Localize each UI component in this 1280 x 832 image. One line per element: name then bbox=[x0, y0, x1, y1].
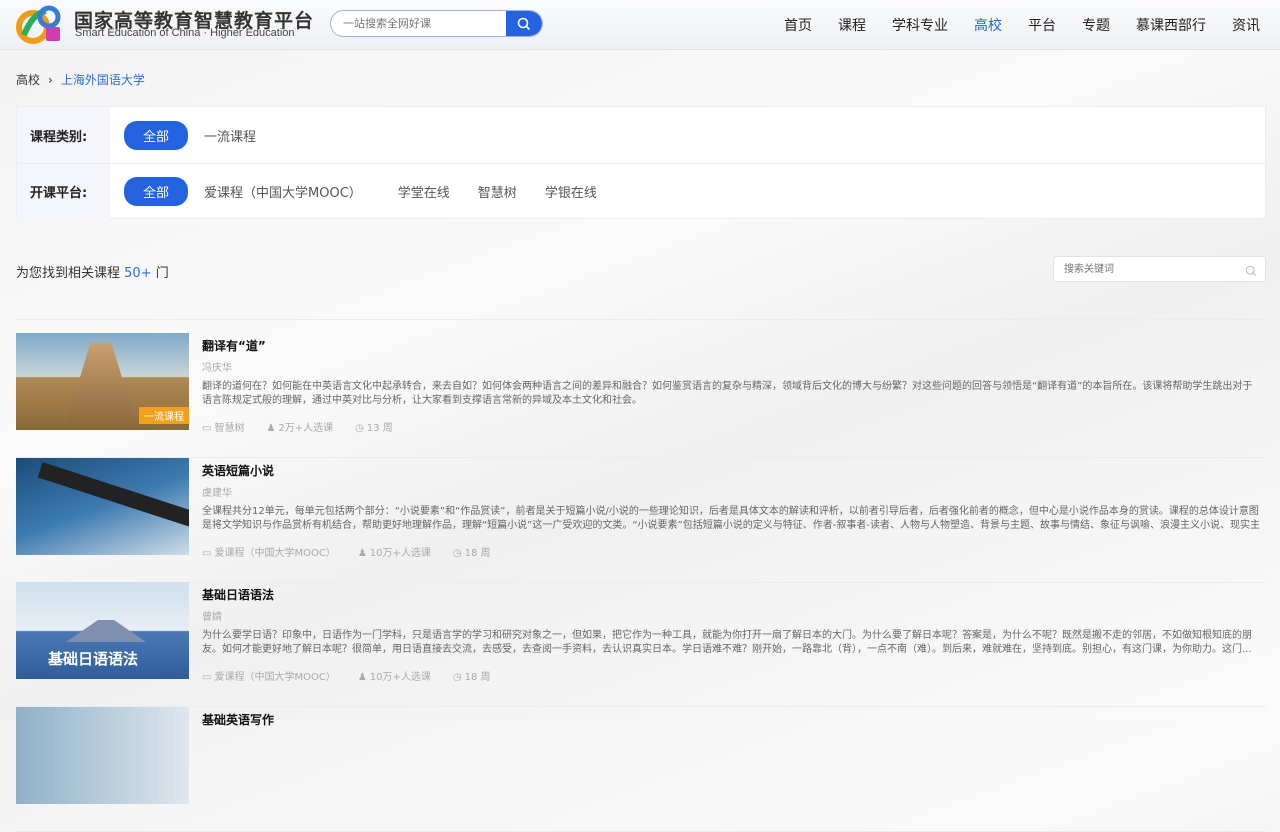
course-students: ♟ 10万+人选课 bbox=[357, 672, 431, 683]
monitor-icon: ▭ bbox=[202, 548, 212, 559]
platform-option-zhihuishu[interactable]: 智慧树 bbox=[478, 177, 517, 206]
course-item[interactable]: 一流课程 翻译有“道” 冯庆华 翻译的道何在？如何能在中英语言文化中起承转合，来… bbox=[16, 333, 1266, 458]
nav-platforms[interactable]: 平台 bbox=[1028, 15, 1056, 35]
divider bbox=[16, 319, 1266, 320]
monitor-icon: ▭ bbox=[202, 423, 212, 434]
clock-icon: ◷ bbox=[452, 548, 462, 559]
person-icon: ♟ bbox=[266, 423, 276, 434]
thumbnail-title: 基础日语语法 bbox=[48, 650, 139, 668]
breadcrumb-current: 上海外国语大学 bbox=[60, 73, 145, 87]
chevron-right-icon: › bbox=[48, 72, 53, 87]
course-title[interactable]: 英语短篇小说 bbox=[202, 462, 1262, 479]
course-item[interactable]: 英语短篇小说 虞建华 全课程共分12单元，每单元包括两个部分：“小说要素”和“作… bbox=[16, 458, 1266, 583]
course-weeks: ◷ 13 周 bbox=[355, 423, 393, 434]
course-description: 翻译的道何在？如何能在中英语言文化中起承转合，来去自如？如何体会两种语言之间的差… bbox=[202, 381, 1253, 406]
course-students: ♟ 2万+人选课 bbox=[266, 423, 334, 434]
filter-panel: 课程类别: 全部 一流课程 开课平台: 全部 爱课程（中国大学MOOC） 学堂在… bbox=[16, 106, 1266, 219]
platform-option-icourse[interactable]: 爱课程（中国大学MOOC） bbox=[204, 177, 362, 206]
person-icon: ♟ bbox=[357, 672, 367, 683]
header: 国家高等教育智慧教育平台 Smart Education of China · … bbox=[0, 0, 1280, 50]
course-thumbnail[interactable]: 基础日语语法 bbox=[16, 582, 189, 679]
platform-option-xueyin[interactable]: 学银在线 bbox=[545, 177, 597, 206]
logo-icon[interactable] bbox=[16, 5, 62, 45]
nav-news[interactable]: 资讯 bbox=[1232, 15, 1260, 35]
result-prefix: 为您找到相关课程 bbox=[16, 266, 121, 281]
monitor-icon: ▭ bbox=[202, 672, 212, 683]
result-suffix: 门 bbox=[155, 266, 169, 281]
nav-universities[interactable]: 高校 bbox=[974, 15, 1002, 35]
platform-filter-row: 开课平台: 全部 爱课程（中国大学MOOC） 学堂在线 智慧树 学银在线 bbox=[17, 163, 1265, 219]
course-thumbnail[interactable] bbox=[16, 707, 189, 804]
keyword-search-input[interactable] bbox=[1054, 257, 1234, 282]
nav-west[interactable]: 慕课西部行 bbox=[1136, 15, 1206, 35]
course-platform: ▭ 智慧树 bbox=[202, 423, 245, 434]
course-teacher: 虞建华 bbox=[202, 488, 232, 499]
course-students: ♟ 10万+人选课 bbox=[357, 548, 431, 559]
course-weeks: ◷ 18 周 bbox=[452, 548, 491, 559]
clock-icon: ◷ bbox=[452, 672, 462, 683]
nav-majors[interactable]: 学科专业 bbox=[892, 15, 948, 35]
category-label: 课程类别: bbox=[17, 107, 110, 163]
course-description: 为什么要学日语？印象中，日语作为一门学科，只是语言学的学习和研究对象之一，但如果… bbox=[202, 630, 1252, 655]
course-platform: ▭ 爱课程（中国大学MOOC） bbox=[202, 672, 336, 683]
nav-topics[interactable]: 专题 bbox=[1082, 15, 1110, 35]
course-weeks: ◷ 18 周 bbox=[452, 672, 491, 683]
breadcrumb: 高校 › 上海外国语大学 bbox=[16, 71, 145, 88]
global-search bbox=[330, 10, 543, 37]
search-icon bbox=[517, 17, 531, 30]
result-count: 为您找到相关课程 50+ 门 bbox=[16, 262, 169, 281]
platform-label: 开课平台: bbox=[17, 164, 110, 219]
result-number: 50+ bbox=[124, 266, 152, 281]
course-thumbnail[interactable]: 一流课程 bbox=[16, 333, 189, 430]
first-class-badge: 一流课程 bbox=[139, 407, 189, 424]
category-filter-row: 课程类别: 全部 一流课程 bbox=[17, 107, 1265, 163]
course-item[interactable]: 基础英语写作 bbox=[16, 707, 1266, 832]
global-search-input[interactable] bbox=[331, 11, 501, 36]
keyword-search bbox=[1053, 256, 1266, 282]
course-teacher: 曾婧 bbox=[202, 612, 222, 623]
platform-option-all[interactable]: 全部 bbox=[124, 177, 189, 206]
course-description: 全课程共分12单元，每单元包括两个部分：“小说要素”和“作品赏读”，前者是关于短… bbox=[202, 506, 1260, 531]
logo-subtitle: Smart Education of China · Higher Educat… bbox=[75, 27, 295, 39]
course-thumbnail[interactable] bbox=[16, 458, 189, 555]
breadcrumb-root[interactable]: 高校 bbox=[16, 71, 40, 88]
nav-home[interactable]: 首页 bbox=[784, 15, 812, 35]
search-icon[interactable] bbox=[1245, 262, 1257, 281]
course-item[interactable]: 基础日语语法 基础日语语法 曾婧 为什么要学日语？印象中，日语作为一门学科，只是… bbox=[16, 582, 1266, 707]
clock-icon: ◷ bbox=[355, 423, 364, 434]
course-teacher: 冯庆华 bbox=[202, 363, 232, 374]
course-title[interactable]: 翻译有“道” bbox=[202, 337, 1262, 354]
search-button[interactable] bbox=[506, 11, 542, 36]
person-icon: ♟ bbox=[357, 548, 367, 559]
course-platform: ▭ 爱课程（中国大学MOOC） bbox=[202, 548, 336, 559]
main-nav: 首页 课程 学科专业 高校 平台 专题 慕课西部行 资讯 bbox=[758, 0, 1260, 50]
course-title[interactable]: 基础日语语法 bbox=[202, 586, 1262, 603]
category-option-first-class[interactable]: 一流课程 bbox=[204, 121, 256, 150]
category-option-all[interactable]: 全部 bbox=[124, 120, 189, 150]
nav-courses[interactable]: 课程 bbox=[838, 15, 866, 35]
platform-option-xuetang[interactable]: 学堂在线 bbox=[398, 177, 450, 206]
